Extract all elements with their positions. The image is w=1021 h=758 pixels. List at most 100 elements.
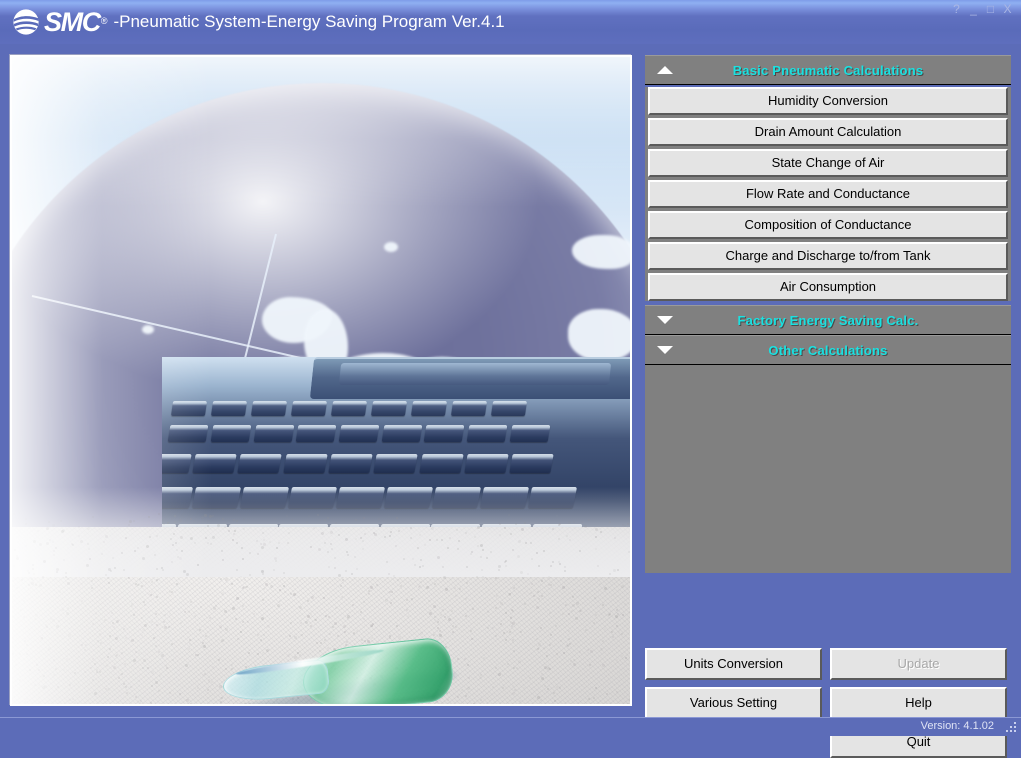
landmass-shape xyxy=(384,242,398,252)
sand-grain xyxy=(299,606,302,609)
keyboard-key xyxy=(328,454,373,473)
menu-item-air-consumption[interactable]: Air Consumption xyxy=(648,273,1008,301)
sand-grain xyxy=(286,515,288,517)
keyboard-key xyxy=(251,401,287,416)
sand-grain xyxy=(487,627,489,629)
chevron-up-icon xyxy=(657,66,673,74)
help-button[interactable]: ? xyxy=(949,2,964,16)
sand-grain xyxy=(224,610,227,613)
sand-grain xyxy=(437,621,439,623)
keyboard-key xyxy=(424,425,464,442)
sand-grain xyxy=(244,579,246,581)
sand-grain xyxy=(481,569,483,571)
chevron-down-icon xyxy=(657,316,673,324)
maximize-button[interactable]: □ xyxy=(983,2,998,16)
sand-grain xyxy=(410,537,412,539)
sand-grain xyxy=(472,608,474,610)
menu-item-composition-of-conductance[interactable]: Composition of Conductance xyxy=(648,211,1008,239)
smc-wordmark: SMC xyxy=(44,8,100,36)
menu-item-drain-amount-calculation[interactable]: Drain Amount Calculation xyxy=(648,118,1008,146)
menu-item-flow-rate-and-conductance[interactable]: Flow Rate and Conductance xyxy=(648,180,1008,208)
keyboard-key xyxy=(491,401,527,416)
sand-grain xyxy=(352,604,354,606)
sand-grain xyxy=(395,545,397,547)
sand-grain xyxy=(629,517,630,519)
keyboard-key xyxy=(411,401,447,416)
sand-grain xyxy=(241,547,243,549)
sand-grain xyxy=(242,621,244,623)
sand-grain xyxy=(470,630,472,632)
sand-grain xyxy=(618,631,620,633)
sand-grain xyxy=(290,622,292,624)
sand-grain xyxy=(525,542,527,544)
sand-grain xyxy=(602,640,604,642)
action-button-group: Units Conversion Various Setting Update … xyxy=(645,648,1011,758)
sand-grain xyxy=(573,659,575,661)
sand-grain xyxy=(459,588,461,590)
keyboard-key xyxy=(238,454,283,473)
sand-grain xyxy=(477,526,480,529)
sand-grain xyxy=(363,601,365,603)
sand-grain xyxy=(615,615,618,618)
sand-grain xyxy=(442,609,444,611)
keyboard-bezel-inner xyxy=(339,363,611,385)
section-header-basic-pneumatic-calculations[interactable]: Basic Pneumatic Calculations xyxy=(645,55,1011,85)
sand-grain xyxy=(444,616,446,618)
sand-grain xyxy=(530,542,532,544)
sand-grain xyxy=(327,517,329,519)
sand-grain xyxy=(356,568,358,570)
hero-image xyxy=(12,57,630,704)
menu-item-state-change-of-air[interactable]: State Change of Air xyxy=(648,149,1008,177)
sand-grain xyxy=(278,542,280,544)
sand-grain xyxy=(360,611,362,613)
landmass-shape xyxy=(568,309,630,361)
keyboard-key xyxy=(331,401,367,416)
sand-grain xyxy=(294,636,297,639)
close-button[interactable]: X xyxy=(1000,2,1015,16)
resize-grip[interactable] xyxy=(1004,720,1018,734)
section-header-other-calculations[interactable]: Other Calculations xyxy=(645,335,1011,365)
sand-grain xyxy=(558,561,560,563)
sand-grain xyxy=(269,541,271,543)
various-setting-button[interactable]: Various Setting xyxy=(645,687,822,719)
section-title: Factory Energy Saving Calc. xyxy=(738,313,919,328)
sand-grain xyxy=(524,603,526,605)
sand-grain xyxy=(483,657,485,659)
sand-grain xyxy=(310,613,312,615)
sand-grain xyxy=(284,591,286,593)
sand-grain xyxy=(293,593,296,596)
sand-grain xyxy=(221,550,223,552)
sand-grain xyxy=(245,586,247,588)
sand-grain xyxy=(622,614,624,616)
keyboard-key xyxy=(283,454,328,473)
sand-grain xyxy=(629,695,630,697)
sand-grain xyxy=(411,598,413,600)
help-button-main[interactable]: Help xyxy=(830,687,1007,719)
sand-grain xyxy=(391,591,393,593)
sand-grain xyxy=(262,573,264,575)
sand-grain xyxy=(521,528,524,531)
units-conversion-button[interactable]: Units Conversion xyxy=(645,648,822,680)
sand-grain xyxy=(614,537,616,539)
update-button[interactable]: Update xyxy=(830,648,1007,680)
menu-item-charge-and-discharge-tank[interactable]: Charge and Discharge to/from Tank xyxy=(648,242,1008,270)
sand-grain xyxy=(330,531,333,534)
chevron-down-icon xyxy=(657,346,673,354)
sand-grain xyxy=(599,583,601,585)
minimize-button[interactable]: _ xyxy=(966,2,981,16)
sand-grain xyxy=(556,653,558,655)
grip-dot xyxy=(1010,726,1012,728)
sand-grain xyxy=(261,546,264,549)
window-controls: ? _ □ X xyxy=(949,2,1015,16)
sand-grain xyxy=(335,522,337,524)
sand-grain xyxy=(482,549,484,551)
sand-grain xyxy=(627,703,629,704)
section-header-factory-energy-saving-calc[interactable]: Factory Energy Saving Calc. xyxy=(645,305,1011,335)
sand-grain xyxy=(616,609,618,611)
menu-item-humidity-conversion[interactable]: Humidity Conversion xyxy=(648,87,1008,115)
sand-grain xyxy=(363,517,365,519)
client-area: Basic Pneumatic Calculations Humidity Co… xyxy=(0,44,1021,717)
sand-grain xyxy=(499,534,501,536)
keyboard-key xyxy=(419,454,464,473)
sand-grain xyxy=(419,566,421,568)
